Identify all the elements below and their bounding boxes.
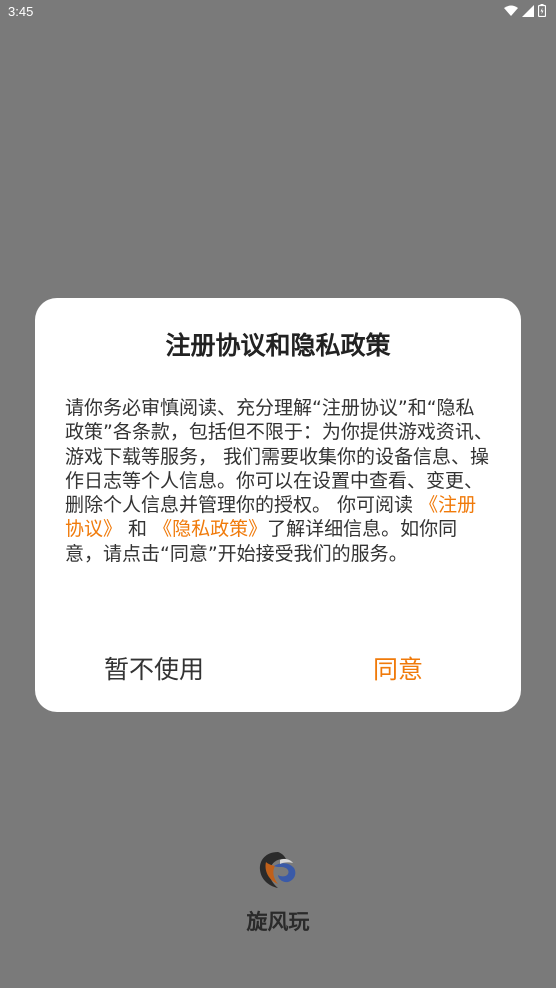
privacy-link[interactable]: 《隐私政策》 <box>153 518 267 540</box>
status-icons <box>504 4 546 17</box>
signal-icon <box>522 4 534 17</box>
status-bar: 3:45 <box>0 0 556 24</box>
body-text-and: 和 <box>122 518 154 541</box>
status-time: 3:45 <box>8 4 34 19</box>
dialog-title: 注册协议和隐私政策 <box>165 331 391 360</box>
cyclone-logo-icon <box>259 852 296 888</box>
accept-button[interactable]: 同意 <box>373 650 423 686</box>
dialog-body: 请你务必审慎阅读、充分理解“注册协议”和“隐私政策”各条款，包括但不限于：为你提… <box>65 396 493 566</box>
decline-button[interactable]: 暂不使用 <box>104 650 204 686</box>
wifi-icon <box>504 5 518 16</box>
battery-icon <box>538 4 546 17</box>
app-name: 旋风玩 <box>246 910 310 934</box>
privacy-dialog: 注册协议和隐私政策 请你务必审慎阅读、充分理解“注册协议”和“隐私政策”各条款，… <box>35 298 521 712</box>
